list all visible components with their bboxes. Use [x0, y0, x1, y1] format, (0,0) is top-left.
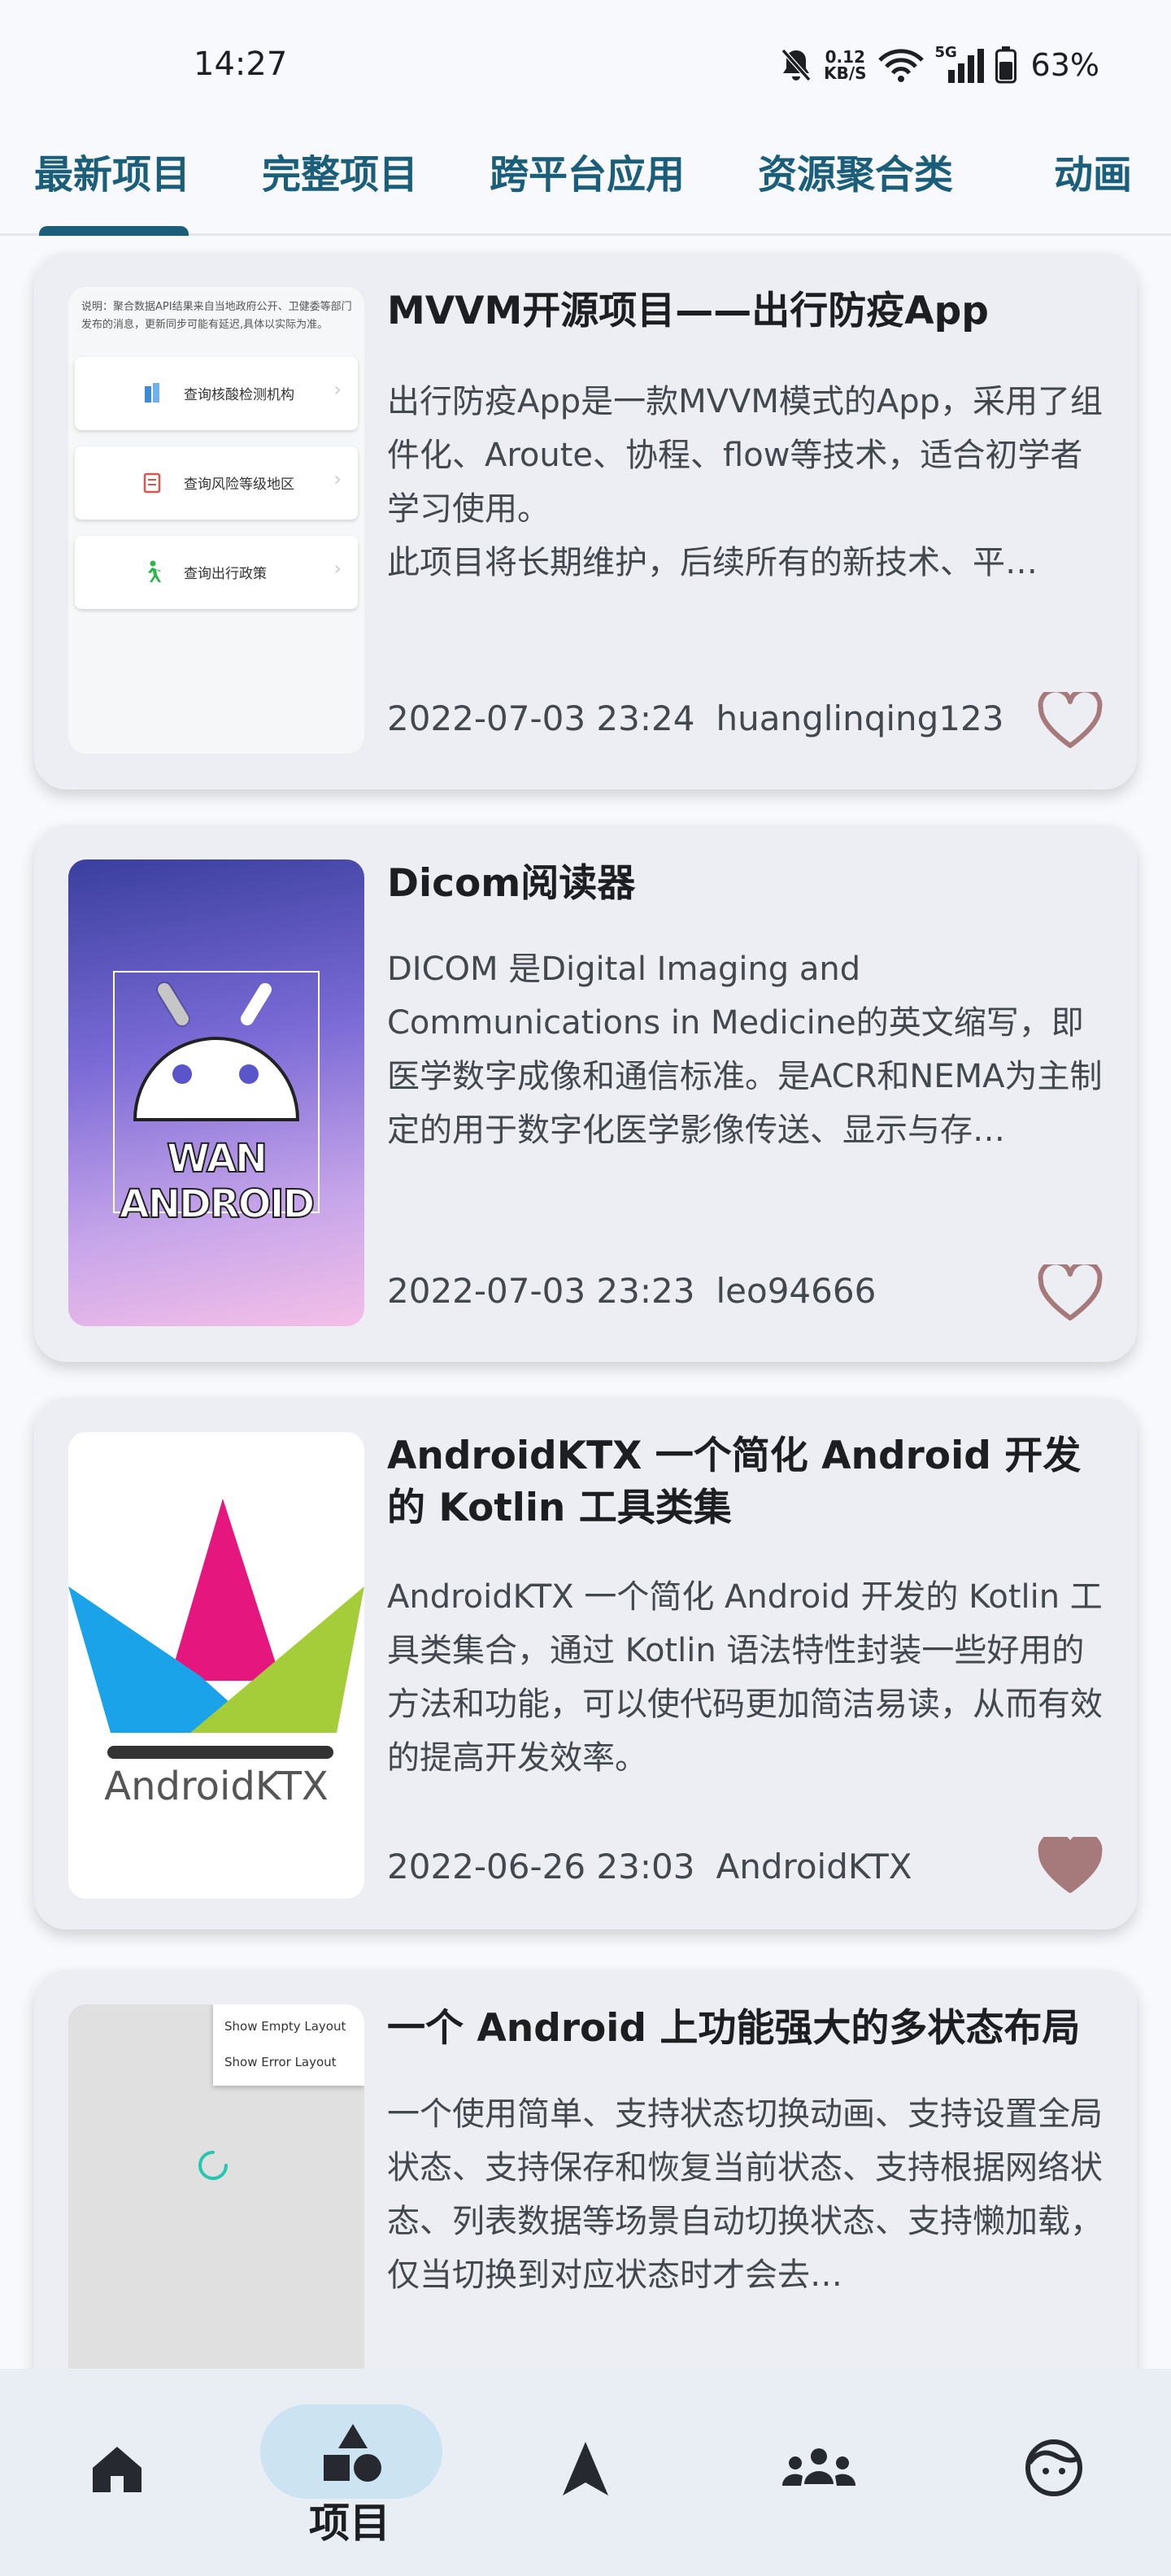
project-card[interactable]: AndroidKTX AndroidKTX 一个简化 Android 开发的 K…: [34, 1398, 1137, 1930]
status-icons: 0.12 KB/S 5G 63%: [780, 44, 1099, 86]
project-title: AndroidKTX 一个简化 Android 开发的 Kotlin 工具类集: [387, 1434, 1082, 1530]
project-date: 2022-06-26 23:03: [387, 1847, 695, 1886]
thumb-button-label: 查询风险等级地区: [184, 476, 294, 493]
androidktx-logo-icon: [68, 1499, 364, 1759]
loading-spinner-icon: [198, 2151, 228, 2180]
tab-animation[interactable]: 动画: [1054, 142, 1132, 199]
project-date: 2022-07-03 23:23: [387, 1271, 695, 1311]
shapes-icon[interactable]: [320, 2422, 385, 2484]
home-icon[interactable]: [91, 2443, 143, 2496]
project-thumbnail: 说明：聚合数据API结果来自当地政府公开、卫健委等部门发布的消息，更新同步可能有…: [68, 287, 364, 754]
battery-icon: [995, 46, 1016, 84]
nav-label-project[interactable]: 项目: [309, 2491, 390, 2549]
battery-percent: 63%: [1030, 47, 1099, 83]
project-author: huanglinqing123: [716, 698, 1004, 738]
heart-outline-icon[interactable]: [1038, 692, 1103, 751]
heart-filled-icon[interactable]: [1038, 1837, 1103, 1895]
chevron-right-icon: ›: [333, 378, 342, 401]
project-title: MVVM开源项目——出行防疫App: [387, 289, 989, 333]
tab-complete-projects[interactable]: 完整项目: [262, 142, 418, 199]
bottom-navigation: 项目: [0, 2369, 1171, 2576]
thumb-button-label: 查询核酸检测机构: [184, 387, 294, 403]
net-speed-value: 0.12: [825, 47, 865, 67]
project-list[interactable]: 说明：聚合数据API结果来自当地政府公开、卫健委等部门发布的消息，更新同步可能有…: [0, 238, 1171, 2369]
tab-resource-aggregation[interactable]: 资源聚合类: [758, 142, 953, 199]
thumb-button-label: 查询出行政策: [184, 566, 267, 582]
building-icon: [145, 383, 159, 402]
project-card[interactable]: WAN ANDROID Dicom阅读器 DICOM 是Digital Imag…: [34, 825, 1137, 1362]
project-author: leo94666: [716, 1271, 877, 1311]
mute-icon: [781, 49, 812, 81]
project-card[interactable]: 说明：聚合数据API结果来自当地政府公开、卫健委等部门发布的消息，更新同步可能有…: [34, 253, 1137, 790]
project-author: AndroidKTX: [716, 1847, 912, 1886]
project-thumbnail: WAN ANDROID: [68, 859, 364, 1326]
chevron-right-icon: ›: [333, 557, 342, 580]
tab-cross-platform[interactable]: 跨平台应用: [490, 142, 685, 199]
thumb-note: 说明：聚合数据API结果来自当地政府公开、卫健委等部门发布的消息，更新同步可能有…: [81, 301, 352, 331]
project-description: AndroidKTX 一个简化 Android 开发的 Kotlin 工具类集合…: [387, 1578, 1103, 1777]
status-time: 14:27: [194, 46, 288, 83]
wan-android-logo-text: WAN ANDROID: [119, 1135, 316, 1228]
app-root: 14:27 0.12 KB/S 5G 63% 最新项目 完整项目 跨平台应用 资…: [0, 0, 1171, 2576]
report-icon: [143, 472, 161, 494]
project-thumbnail: Show Empty Layout Show Error Layout: [68, 2004, 364, 2369]
thumb-menu-item: Show Error Layout: [224, 2055, 337, 2069]
group-icon[interactable]: [782, 2447, 855, 2489]
navigation-arrow-icon[interactable]: [559, 2440, 612, 2497]
project-description: 出行防疫App是一款MVVM模式的App，采用了组件化、Aroute、协程、fl…: [387, 383, 1104, 581]
cell-signal: 5G: [935, 44, 984, 83]
thumb-button: 查询核酸检测机构 ›: [75, 357, 358, 430]
project-description: DICOM 是Digital Imaging and Communication…: [387, 951, 1103, 1149]
net-speed: 0.12 KB/S: [824, 49, 866, 81]
project-meta: 2022-07-03 23:24 huanglinqing123: [387, 698, 1003, 738]
category-tabs: 最新项目 完整项目 跨平台应用 资源聚合类 动画: [0, 122, 1171, 236]
thumb-button: 查询风险等级地区 ›: [75, 446, 358, 520]
thumb-menu: Show Empty Layout Show Error Layout: [213, 2004, 364, 2086]
wifi-icon: [877, 49, 924, 82]
android-logo-icon: [113, 971, 320, 1213]
project-title: 一个 Android 上功能强大的多状态布局: [387, 2006, 1081, 2051]
heart-outline-icon[interactable]: [1038, 1264, 1103, 1323]
face-icon[interactable]: [1025, 2439, 1083, 2497]
project-thumbnail: AndroidKTX: [68, 1432, 364, 1899]
status-bar: 14:27 0.12 KB/S 5G 63%: [0, 0, 1171, 122]
tab-latest-projects[interactable]: 最新项目: [34, 142, 190, 199]
chevron-right-icon: ›: [333, 468, 342, 490]
project-date: 2022-07-03 23:24: [387, 698, 695, 738]
androidktx-logo-text: AndroidKTX: [104, 1764, 329, 1809]
thumb-menu-item: Show Empty Layout: [224, 2019, 346, 2034]
project-meta: 2022-06-26 23:03 AndroidKTX: [387, 1847, 912, 1886]
tab-indicator: [39, 226, 189, 236]
project-card[interactable]: Show Empty Layout Show Error Layout 一个 A…: [34, 1970, 1137, 2369]
walking-person-icon: [148, 560, 161, 582]
project-description: 一个使用简单、支持状态切换动画、支持设置全局状态、支持保存和恢复当前状态、支持根…: [387, 2095, 1103, 2294]
project-title: Dicom阅读器: [387, 861, 636, 906]
net-speed-unit: KB/S: [824, 63, 867, 83]
project-meta: 2022-07-03 23:23 leo94666: [387, 1271, 876, 1311]
signal-bars-icon: [947, 49, 984, 83]
thumb-button: 查询出行政策 ›: [75, 536, 358, 609]
